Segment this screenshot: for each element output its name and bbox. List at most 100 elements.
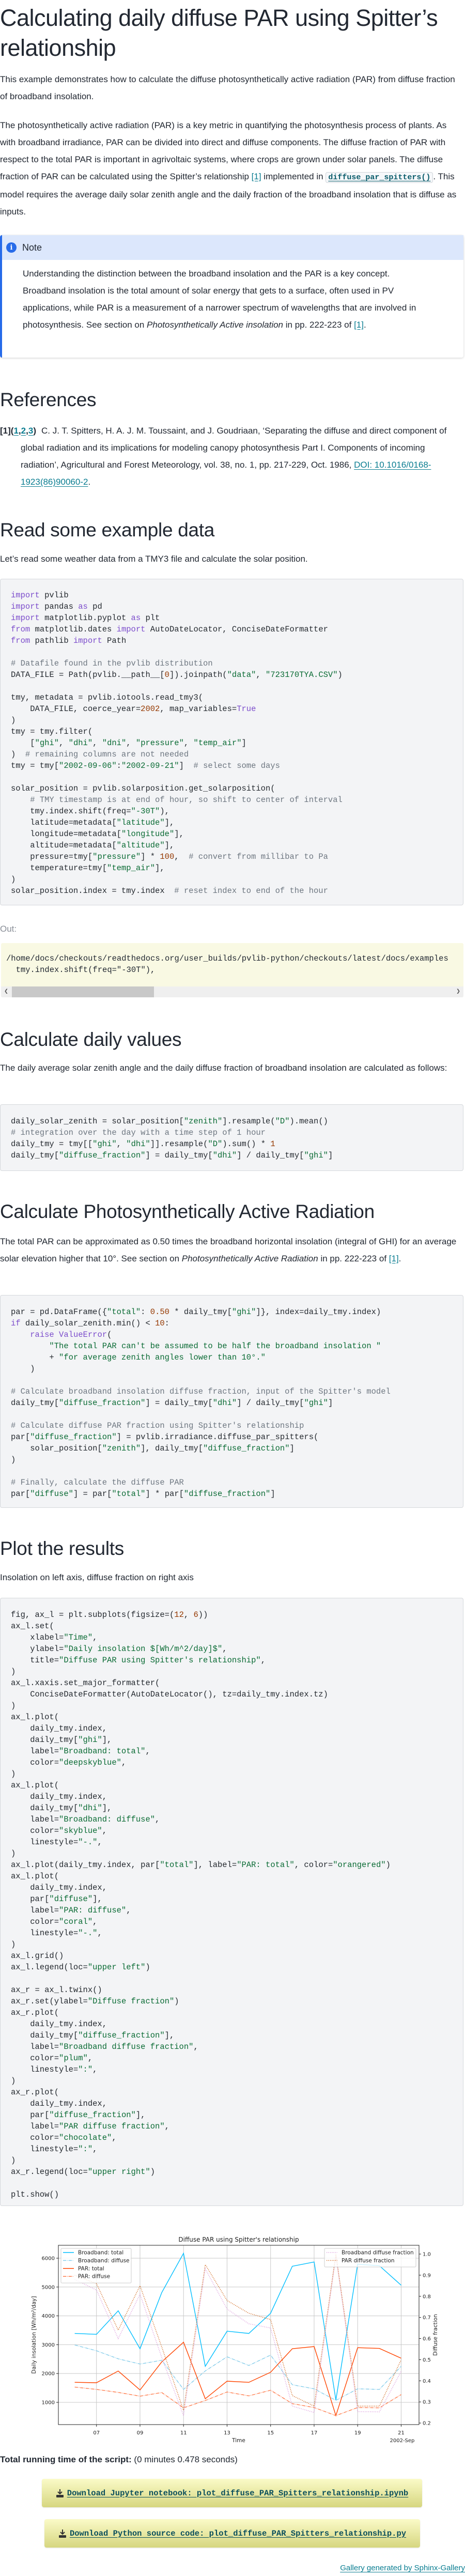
code-token: # Datafile found in the pvlib distributi… [11, 659, 213, 668]
code-line: ) [11, 1667, 16, 1676]
scrollbar-thumb[interactable] [12, 986, 154, 997]
code-line: daily_tmy["diffuse_fraction"] = daily_tm… [11, 1398, 333, 1408]
code-token: "ghi" [304, 1151, 328, 1160]
sphinx-gallery-link[interactable]: Gallery generated by Sphinx-Gallery [340, 2564, 465, 2572]
code-token: 100 [160, 852, 175, 861]
code-line: # Datafile found in the pvlib distributi… [11, 658, 463, 669]
code-block-read-data[interactable]: import pvlib import pandas as pd import ma… [0, 579, 463, 905]
horizontal-scrollbar[interactable]: ❮ ❯ [1, 986, 463, 997]
y-right-tick-label: 0.4 [423, 2379, 431, 2384]
code-line: ax_l.set( [11, 1622, 54, 1631]
code-block-par[interactable]: par = pd.DataFrame({"total": 0.50 * dail… [0, 1295, 463, 1508]
paragraph-text: in pp. 222-223 of [318, 1254, 389, 1263]
code-line: linestyle=":", [11, 2145, 98, 2154]
scroll-left-arrow-icon[interactable]: ❮ [4, 988, 8, 995]
legend-label: Broadband: diffuse [78, 2258, 130, 2264]
code-token: "diffuse_fraction" [30, 1432, 117, 1442]
code-token: ValueError [59, 1330, 107, 1339]
y-right-tick-label: 0.3 [423, 2400, 431, 2405]
backref-link[interactable]: 2 [21, 426, 26, 436]
code-line: label="PAR: diffuse", [11, 1906, 131, 1915]
code-line: daily_tmy["diffuse_fraction"] = daily_tm… [11, 1151, 333, 1160]
output-block[interactable]: /home/docs/checkouts/readthedocs.org/use… [1, 943, 463, 997]
code-token: "-30T" [131, 807, 160, 816]
download-notebook-button[interactable]: Download Jupyter notebook: plot_diffuse_… [42, 2479, 422, 2507]
code-token: "diffuse" [30, 1489, 73, 1499]
scroll-right-arrow-icon[interactable]: ❯ [456, 988, 460, 995]
code-token: "temp_air" [107, 863, 156, 873]
code-line: longitude=metadata["longitude"], [11, 829, 184, 839]
code-token: "skyblue" [59, 1826, 102, 1835]
code-line: ) # remaining columns are not needed [11, 750, 189, 759]
code-line: daily_tmy.index, [11, 2019, 107, 2029]
running-time-value: (0 minutes 0.478 seconds) [131, 2455, 238, 2464]
code-token: "dhi" [212, 1398, 237, 1408]
code-token: "total" [107, 1307, 141, 1317]
code-block-daily-values[interactable]: daily_solar_zenith = solar_position["zen… [0, 1104, 463, 1171]
code-line: color="chocolate", [11, 2133, 117, 2142]
citation-link[interactable]: [1] [252, 172, 261, 181]
paragraph-italic: Photosynthetically Active Radiation [181, 1254, 318, 1263]
code-line: par["diffuse_fraction"], [11, 2110, 146, 2120]
code-token: "Diffuse fraction" [87, 1997, 175, 2006]
output-lines: /home/docs/checkouts/readthedocs.org/use… [1, 943, 463, 976]
code-token: True [237, 704, 256, 714]
code-token: "plum" [59, 2054, 88, 2063]
section-text: Let’s read some weather data from a TMY3… [0, 554, 308, 564]
running-time: Total running time of the script: (0 min… [0, 2454, 238, 2466]
code-token: import [11, 613, 40, 623]
code-token: # convert from millibar to Pa [189, 852, 328, 861]
code-line: title="Diffuse PAR using Spitter's relat… [11, 1656, 266, 1665]
y-tick-label: 5000 [42, 2285, 55, 2290]
output-line: /home/docs/checkouts/readthedocs.org/use… [6, 954, 448, 963]
code-line: solar_position.index = tmy.index # reset… [11, 886, 328, 896]
code-token: as [78, 602, 88, 611]
code-line: linestyle="-.", [11, 1929, 102, 1938]
code-token: "diffuse" [49, 1894, 93, 1904]
code-token: "Broadband diffuse fraction" [59, 2042, 194, 2051]
download-python-button[interactable]: Download Python source code: plot_diffus… [44, 2519, 420, 2548]
download-python-label: Download Python source code: plot_diffus… [69, 2528, 407, 2538]
code-token: ":" [78, 2145, 93, 2154]
code-token: "Diffuse PAR using Spitter's relationshi… [59, 1656, 261, 1665]
y-right-tick-label: 0.7 [423, 2315, 431, 2321]
code-line: import pvlib [11, 591, 69, 600]
diffuse-par-spitters-link[interactable]: diffuse_par_spitters() [326, 172, 433, 183]
x-tick-label: 11 [180, 2430, 187, 2436]
code-line: par = pd.DataFrame({"total": 0.50 * dail… [11, 1307, 381, 1317]
code-line: DATA_FILE, coerce_year=2002, map_variabl… [11, 704, 256, 714]
backref-link[interactable]: 1 [13, 426, 18, 436]
code-token: # Finally, calculate the diffuse PAR [11, 1478, 184, 1487]
code-token: "pressure" [135, 738, 184, 748]
code-line: fig, ax_l = plt.subplots(figsize=(12, 6)… [11, 1610, 208, 1619]
citation-link[interactable]: [1] [354, 320, 364, 330]
output-label: Out: [0, 924, 17, 934]
code-line: label="Broadband diffuse fraction", [11, 2042, 198, 2051]
code-token: ":" [78, 2065, 93, 2074]
code-line: ax_r.plot( [11, 2088, 59, 2097]
code-line: import pandas as pd [11, 602, 102, 611]
note-title: Note [22, 242, 42, 253]
code-token: raise [30, 1330, 54, 1339]
code-token: 2002 [141, 704, 160, 714]
code-line: daily_tmy.index, [11, 1883, 107, 1892]
code-line: ["ghi", "dhi", "dni", "pressure", "temp_… [11, 738, 246, 748]
code-line: # TMY timestamp is at end of hour, so sh… [11, 794, 463, 806]
code-token: "dhi" [126, 1139, 150, 1149]
download-notebook-label: Download Jupyter notebook: plot_diffuse_… [67, 2488, 409, 2498]
legend-label: PAR: diffuse [78, 2274, 110, 2280]
code-token: as [131, 613, 141, 623]
code-line: linestyle="-.", [11, 1838, 102, 1847]
code-line: par["diffuse_fraction"] = pvlib.irradian… [11, 1432, 319, 1442]
code-line: ax_l.plot( [11, 1781, 59, 1790]
code-block-plot[interactable]: fig, ax_l = plt.subplots(figsize=(12, 6)… [0, 1598, 463, 2206]
code-line: tmy = tmy["2002-09-06":"2002-09-21"] # s… [11, 761, 280, 770]
note-italic: Photosynthetically Active insolation [147, 320, 284, 330]
code-line: par["diffuse"] = par["total"] * par["dif… [11, 1489, 275, 1499]
par-description-paragraph: The photosynthetically active radiation … [0, 117, 462, 220]
citation-link[interactable]: [1] [389, 1254, 399, 1263]
y-axis-label: Daily insolation [Wh/m²/day] [31, 2296, 37, 2373]
y-tick-label: 3000 [42, 2342, 55, 2348]
backref-link[interactable]: 3 [28, 426, 33, 436]
